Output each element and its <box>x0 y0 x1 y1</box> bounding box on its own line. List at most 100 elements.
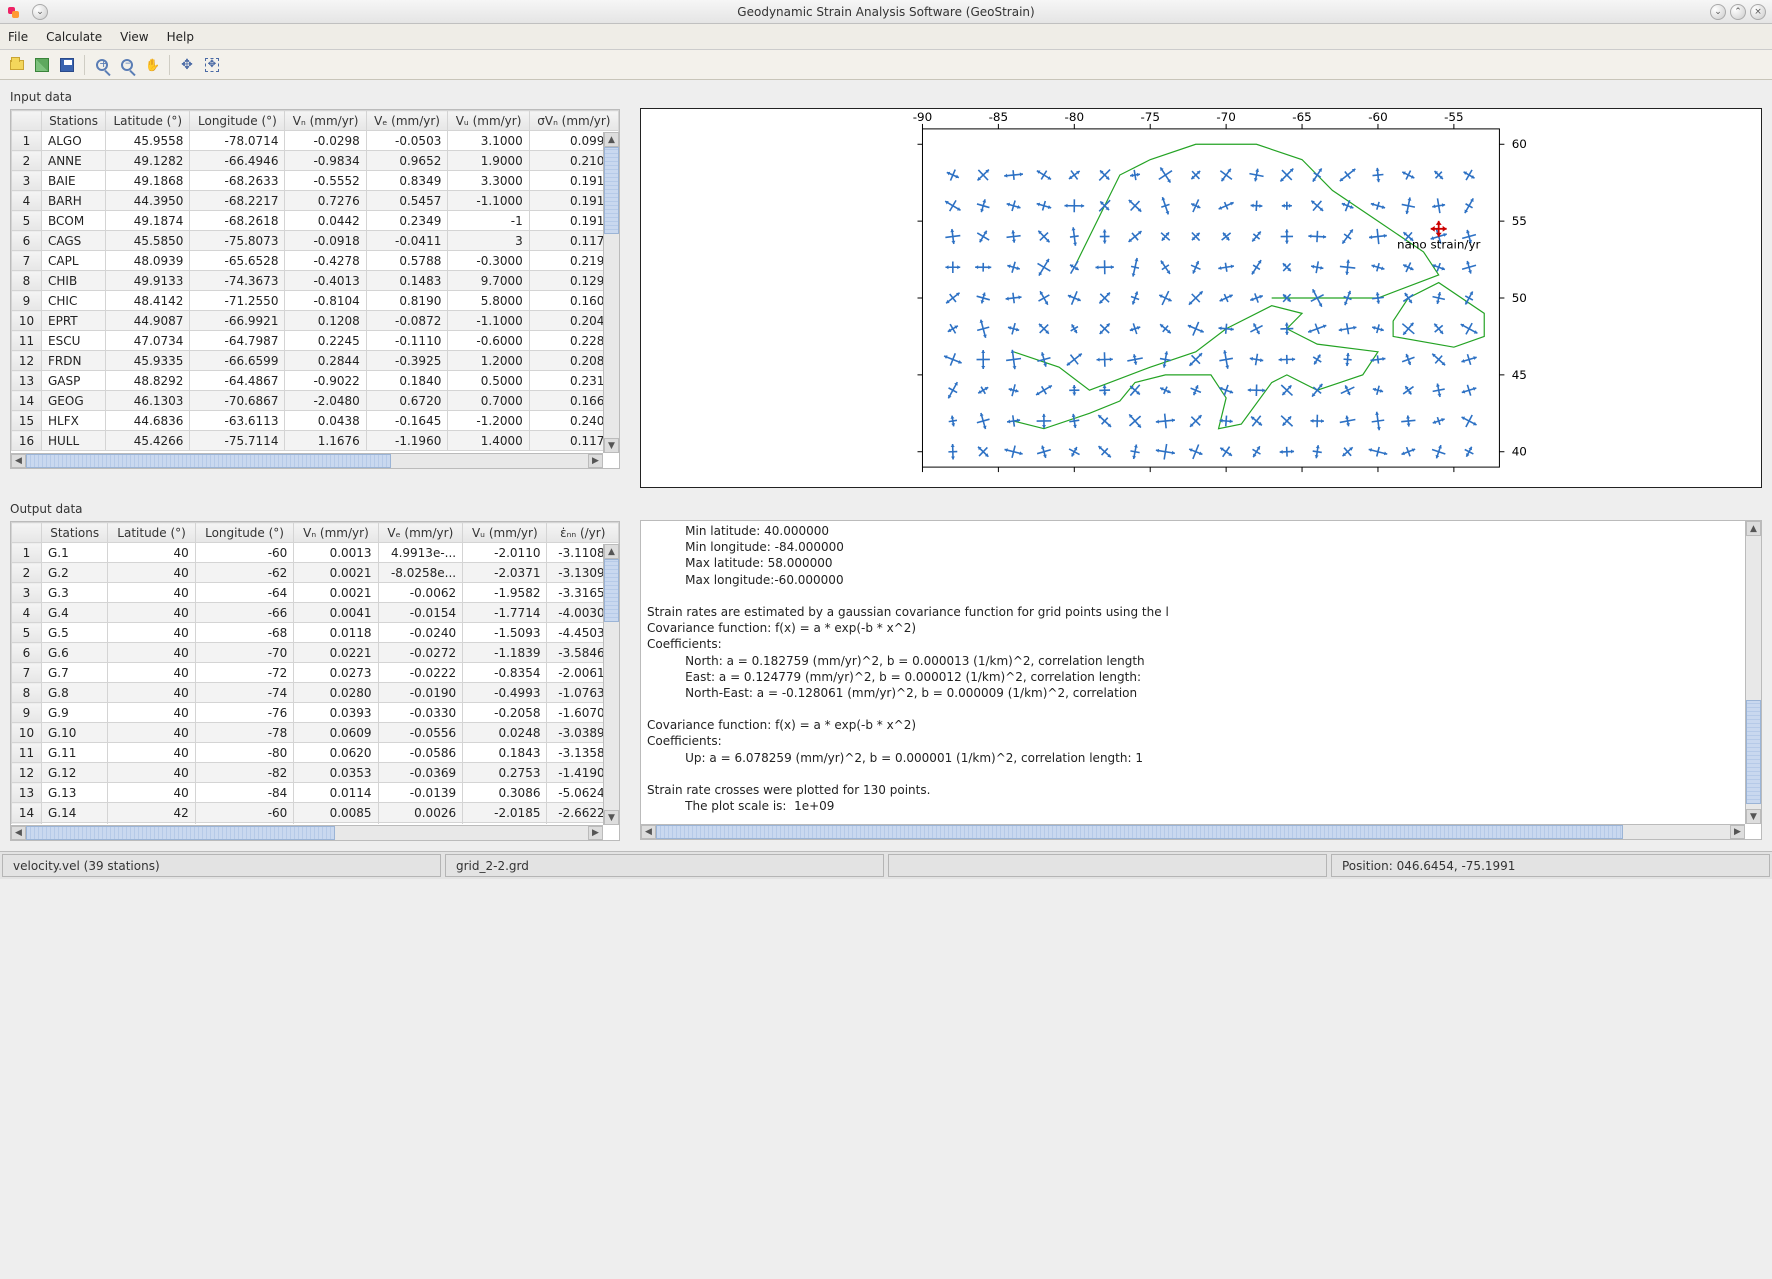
cell[interactable]: 0.0013 <box>294 543 378 563</box>
cell[interactable]: 3 <box>448 231 529 251</box>
cell[interactable]: 0.5788 <box>366 251 448 271</box>
cell[interactable]: 0.0273 <box>294 663 378 683</box>
row-header[interactable]: 2 <box>12 151 42 171</box>
cell[interactable]: -80 <box>195 743 293 763</box>
column-header[interactable]: Latitude (°) <box>106 111 190 131</box>
cell[interactable]: -68 <box>195 623 293 643</box>
cell[interactable]: G.13 <box>42 783 108 803</box>
cell[interactable]: -1.1839 <box>463 643 547 663</box>
cell[interactable]: 0.5000 <box>448 371 529 391</box>
column-header[interactable]: Longitude (°) <box>190 111 285 131</box>
zoom-in-button[interactable] <box>91 54 113 76</box>
cell[interactable]: 0.2245 <box>285 331 366 351</box>
cell[interactable]: -0.2058 <box>463 703 547 723</box>
row-header[interactable]: 11 <box>12 331 42 351</box>
column-header[interactable]: Longitude (°) <box>195 523 293 543</box>
cell[interactable]: FRDN <box>42 351 106 371</box>
cell[interactable]: -82 <box>195 763 293 783</box>
cell[interactable]: G.3 <box>42 583 108 603</box>
table-row[interactable]: 2G.240-620.0021-8.0258e...-2.0371-3.1309… <box>12 563 619 583</box>
cell[interactable]: CAPL <box>42 251 106 271</box>
row-header[interactable]: 3 <box>12 171 42 191</box>
cell[interactable]: -0.0240 <box>378 623 463 643</box>
cell[interactable]: 40 <box>108 623 195 643</box>
save-button[interactable] <box>56 54 78 76</box>
cell[interactable]: 40 <box>108 643 195 663</box>
cell[interactable]: -70 <box>195 643 293 663</box>
cell[interactable]: CHIB <box>42 271 106 291</box>
cell[interactable]: -0.0556 <box>378 723 463 743</box>
cell[interactable]: -66 <box>195 603 293 623</box>
menu-file[interactable]: File <box>8 30 28 44</box>
cell[interactable]: -0.0369 <box>378 763 463 783</box>
scroll-right-arrow-icon[interactable]: ▶ <box>1730 825 1745 839</box>
row-header[interactable]: 16 <box>12 431 42 451</box>
cell[interactable]: 42 <box>108 823 195 825</box>
cell[interactable]: 45.9558 <box>106 131 190 151</box>
row-header[interactable]: 8 <box>12 271 42 291</box>
cell[interactable]: 40 <box>108 723 195 743</box>
scroll-up-arrow-icon[interactable]: ▲ <box>604 132 619 147</box>
cell[interactable]: -62 <box>195 823 293 825</box>
input-table[interactable]: StationsLatitude (°)Longitude (°)Vₙ (mm/… <box>10 109 620 469</box>
column-header[interactable]: Vₙ (mm/yr) <box>294 523 378 543</box>
cell[interactable]: ANNE <box>42 151 106 171</box>
cell[interactable]: 40 <box>108 683 195 703</box>
cell[interactable]: -1.1000 <box>448 311 529 331</box>
column-header[interactable]: Stations <box>42 523 108 543</box>
cell[interactable]: 40 <box>108 703 195 723</box>
cell[interactable]: -0.0154 <box>378 603 463 623</box>
window-minimize-button[interactable]: ⌄ <box>1710 4 1726 20</box>
table-row[interactable]: 10G.1040-780.0609-0.05560.0248-3.0389e <box>12 723 619 743</box>
row-header[interactable]: 15 <box>12 411 42 431</box>
cell[interactable]: 40 <box>108 583 195 603</box>
table-row[interactable]: 15G.1542-620.0151-0.0054-1.9642-1.9872e <box>12 823 619 825</box>
cell[interactable]: 3.1000 <box>448 131 529 151</box>
window-close-button[interactable]: × <box>1750 4 1766 20</box>
cell[interactable]: 0.9652 <box>366 151 448 171</box>
cell[interactable]: -68.2633 <box>190 171 285 191</box>
scroll-down-arrow-icon[interactable]: ▼ <box>604 810 619 825</box>
cell[interactable]: -0.9834 <box>285 151 366 171</box>
zoom-out-button[interactable] <box>116 54 138 76</box>
cell[interactable]: -0.8354 <box>463 663 547 683</box>
cell[interactable]: 0.0609 <box>294 723 378 743</box>
cell[interactable]: G.6 <box>42 643 108 663</box>
cell[interactable]: 45.4266 <box>106 431 190 451</box>
cell[interactable]: HLFX <box>42 411 106 431</box>
scroll-down-arrow-icon[interactable]: ▼ <box>604 438 619 453</box>
menu-help[interactable]: Help <box>167 30 194 44</box>
cell[interactable]: -0.3000 <box>448 251 529 271</box>
row-header[interactable]: 13 <box>12 783 42 803</box>
cell[interactable]: -2.0371 <box>463 563 547 583</box>
cell[interactable]: 40 <box>108 663 195 683</box>
cell[interactable]: 40 <box>108 543 195 563</box>
cell[interactable]: HULL <box>42 431 106 451</box>
cell[interactable]: -0.0298 <box>285 131 366 151</box>
cell[interactable]: 1.9000 <box>448 151 529 171</box>
table-row[interactable]: 9CHIC48.4142-71.2550-0.81040.81905.80000… <box>12 291 619 311</box>
cell[interactable]: EPRT <box>42 311 106 331</box>
cell[interactable]: 0.6720 <box>366 391 448 411</box>
cell[interactable]: -1.7714 <box>463 603 547 623</box>
cell[interactable]: 0.1840 <box>366 371 448 391</box>
cell[interactable]: -60 <box>195 803 293 823</box>
row-header[interactable]: 5 <box>12 211 42 231</box>
row-header[interactable]: 7 <box>12 663 42 683</box>
cell[interactable]: G.5 <box>42 623 108 643</box>
row-header[interactable]: 10 <box>12 311 42 331</box>
cell[interactable]: 0.7000 <box>448 391 529 411</box>
output-table-vscrollbar[interactable]: ▲ ▼ <box>603 544 619 825</box>
cell[interactable]: 0.0248 <box>463 723 547 743</box>
row-header[interactable]: 9 <box>12 703 42 723</box>
cell[interactable]: 45.5850 <box>106 231 190 251</box>
cell[interactable]: 0.0620 <box>294 743 378 763</box>
cell[interactable]: 0.0118 <box>294 623 378 643</box>
cell[interactable]: -1.9582 <box>463 583 547 603</box>
cell[interactable]: -0.1645 <box>366 411 448 431</box>
cell[interactable]: -62 <box>195 563 293 583</box>
cell[interactable]: CHIC <box>42 291 106 311</box>
cell[interactable]: 44.3950 <box>106 191 190 211</box>
cell[interactable]: -0.4993 <box>463 683 547 703</box>
pan-button[interactable] <box>141 54 163 76</box>
